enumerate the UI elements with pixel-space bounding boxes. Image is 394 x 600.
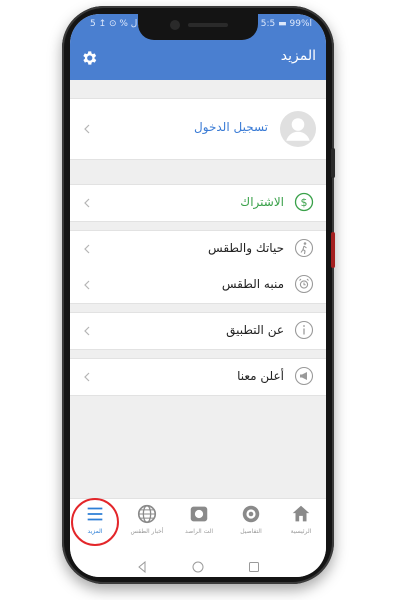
- menu-label-advertise: أعلن معنا: [237, 369, 284, 383]
- about-group: عن التطبيق: [70, 312, 326, 350]
- page-title: المزيد: [280, 48, 316, 64]
- system-nav-bar: [70, 556, 326, 577]
- globe-icon: [137, 504, 157, 524]
- walking-icon: [294, 238, 314, 258]
- nav-item-news[interactable]: أخبار الطقس: [122, 503, 172, 551]
- svg-text:$: $: [301, 196, 308, 209]
- info-icon: [294, 320, 314, 340]
- nav-label-home: الرئيسية: [290, 528, 312, 535]
- chevron-left-icon: [84, 280, 90, 290]
- chevron-left-icon: [84, 372, 90, 382]
- back-icon[interactable]: [136, 561, 148, 573]
- nav-item-home[interactable]: الرئيسية: [276, 503, 326, 551]
- advertise-row[interactable]: أعلن معنا: [70, 359, 326, 395]
- login-label: تسجيل الدخول: [194, 120, 268, 134]
- megaphone-icon: [294, 366, 314, 386]
- dollar-icon: $: [294, 192, 314, 212]
- nav-item-observer[interactable]: الت الراصد: [174, 503, 224, 551]
- menu-label-weather-alarm: منبه الطقس: [221, 277, 284, 291]
- chevron-left-icon: [84, 198, 90, 208]
- notch: [138, 14, 258, 40]
- camera-icon: [170, 20, 180, 30]
- subscription-group: $ الاشتراك: [70, 184, 326, 222]
- chevron-left-icon: [84, 244, 90, 254]
- recents-icon[interactable]: [248, 561, 260, 573]
- menu-label-life-weather: حياتك والطقس: [208, 241, 284, 255]
- chevron-left-icon: [84, 124, 90, 134]
- screen: ال % ⊙ ↥ 5: ا%99 ▬ 5:5 المزيد تسجيل الدخ…: [70, 14, 326, 577]
- home-icon: [292, 505, 310, 522]
- nav-label-details: التفاصيل: [240, 528, 262, 535]
- gear-icon[interactable]: [80, 49, 98, 67]
- status-left-text: ال % ⊙ ↥ 5:: [90, 19, 143, 29]
- volume-button: [331, 148, 335, 178]
- app-bar: المزيد: [70, 36, 326, 80]
- nav-item-details[interactable]: التفاصيل: [226, 503, 276, 551]
- menu-label-about: عن التطبيق: [226, 323, 284, 337]
- speaker-icon: [188, 23, 228, 27]
- subscription-row[interactable]: $ الاشتراك: [70, 185, 326, 221]
- highlight-circle: [71, 498, 119, 546]
- advertise-group: أعلن معنا: [70, 358, 326, 396]
- power-button: [331, 232, 335, 268]
- status-right-text: ا%99 ▬ 5:5: [260, 19, 312, 29]
- home-circle-icon[interactable]: [192, 561, 204, 573]
- subscription-label: الاشتراك: [240, 195, 284, 209]
- nav-label-observer: الت الراصد: [184, 528, 213, 535]
- weather-alarm-row[interactable]: منبه الطقس: [70, 267, 326, 303]
- alarm-icon: [294, 274, 314, 294]
- details-icon: [242, 505, 260, 523]
- weather-group: حياتك والطقس منبه الطقس: [70, 230, 326, 304]
- chevron-left-icon: [84, 326, 90, 336]
- login-row[interactable]: تسجيل الدخول: [70, 98, 326, 160]
- camera-icon: [190, 506, 208, 522]
- avatar: [280, 111, 316, 147]
- about-row[interactable]: عن التطبيق: [70, 313, 326, 349]
- life-weather-row[interactable]: حياتك والطقس: [70, 231, 326, 267]
- nav-label-news: أخبار الطقس: [130, 528, 164, 535]
